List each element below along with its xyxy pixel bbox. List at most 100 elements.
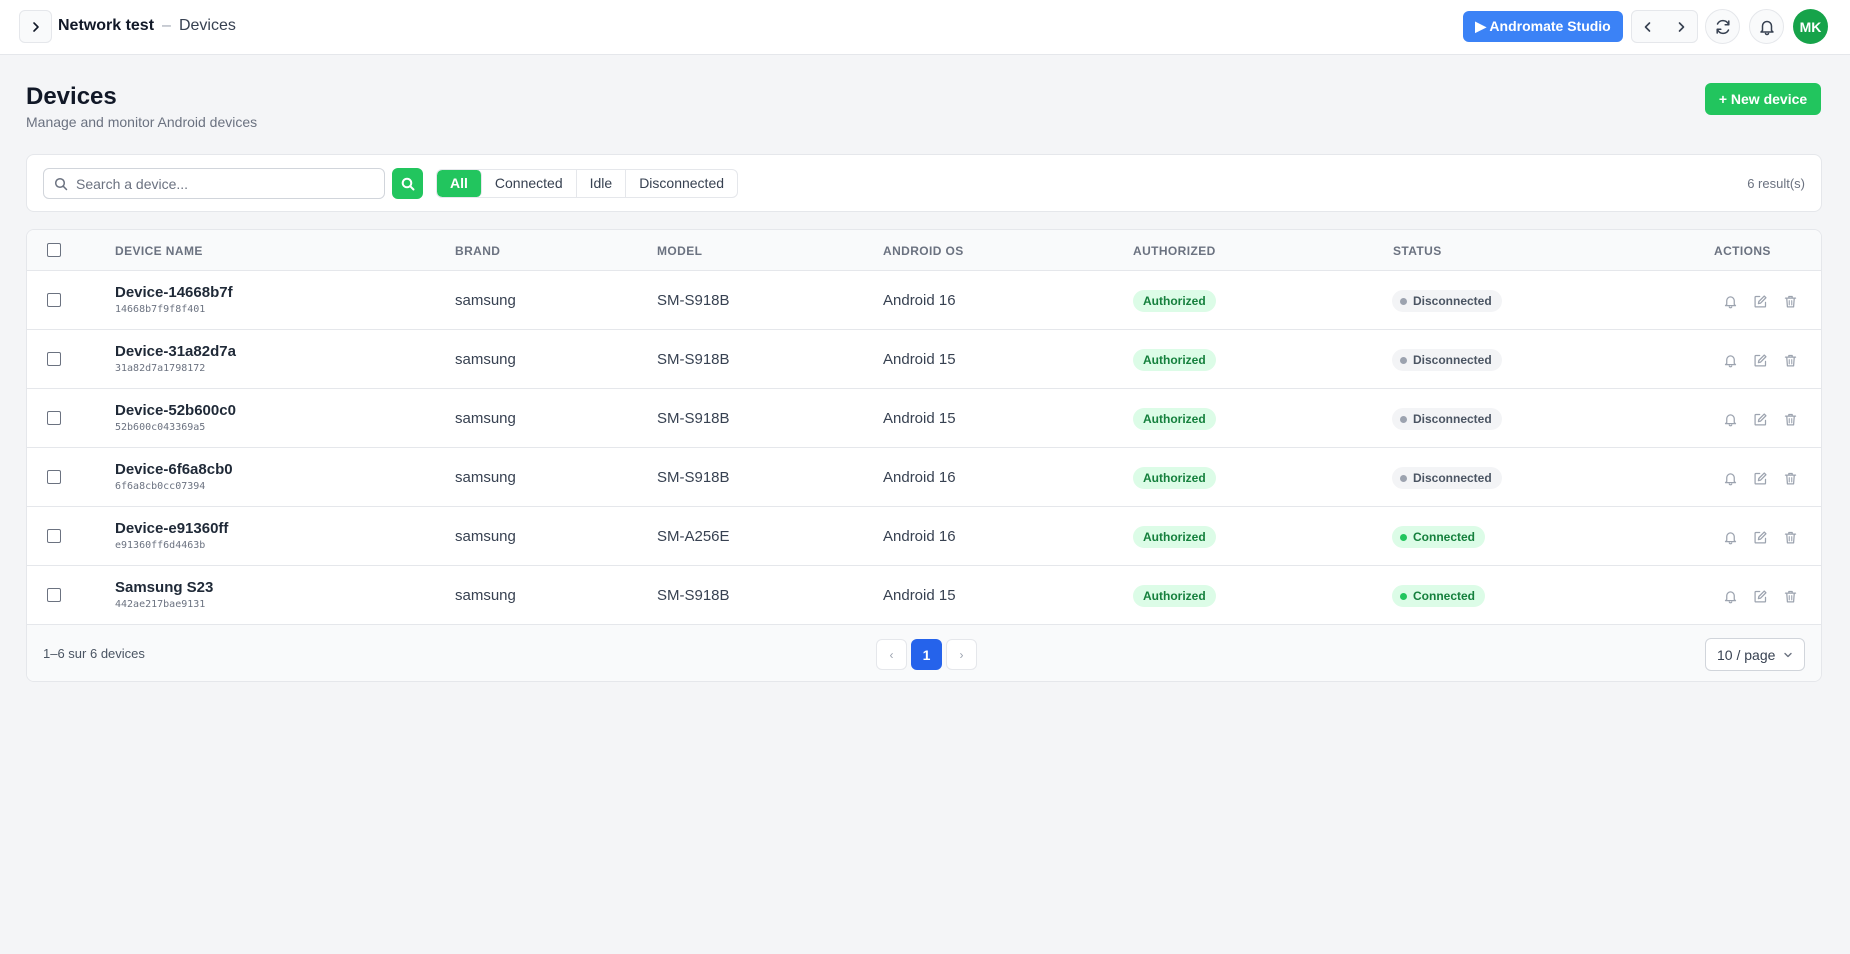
trash-icon <box>1783 530 1798 545</box>
search-button[interactable] <box>392 168 423 199</box>
status-badge: Connected <box>1392 526 1486 548</box>
authorized-badge: Authorized <box>1133 349 1216 371</box>
table-row[interactable]: Device-31a82d7a 31a82d7a1798172 samsung SM-… <box>27 330 1821 389</box>
edit-action-button[interactable] <box>1751 469 1769 487</box>
search-box <box>43 168 385 199</box>
notify-action-button[interactable] <box>1721 410 1739 428</box>
row-checkbox[interactable] <box>47 588 61 602</box>
status-dot-icon <box>1400 474 1407 482</box>
edit-icon <box>1753 412 1768 427</box>
bell-icon <box>1723 471 1738 486</box>
refresh-button[interactable] <box>1705 9 1740 44</box>
device-name[interactable]: Device-52b600c0 <box>115 402 236 419</box>
filter-all[interactable]: All <box>437 170 482 197</box>
page-title: Devices <box>26 83 117 110</box>
device-name[interactable]: Device-14668b7f <box>115 284 233 301</box>
pagination-range: 1–6 sur 6 devices <box>43 646 145 661</box>
row-checkbox[interactable] <box>47 411 61 425</box>
edit-icon <box>1753 471 1768 486</box>
table-row[interactable]: Device-e91360ff e91360ff6d4463b samsung SM-… <box>27 507 1821 566</box>
trash-icon <box>1783 353 1798 368</box>
device-model: SM-S918B <box>657 351 730 368</box>
select-all-checkbox[interactable] <box>47 243 61 257</box>
search-input[interactable] <box>76 169 376 198</box>
device-brand: samsung <box>455 587 516 604</box>
chevron-left-icon <box>1644 21 1651 32</box>
page-1-button[interactable]: 1 <box>911 639 942 670</box>
notify-action-button[interactable] <box>1721 469 1739 487</box>
bell-icon <box>1723 294 1738 309</box>
delete-action-button[interactable] <box>1781 528 1799 546</box>
row-checkbox[interactable] <box>47 352 61 366</box>
device-serial: 14668b7f9f8f401 <box>115 304 206 315</box>
edit-icon <box>1753 589 1768 604</box>
edit-action-button[interactable] <box>1751 292 1769 310</box>
breadcrumb: Network test – Devices <box>58 17 236 35</box>
column-authorized[interactable]: AUTHORIZED <box>1133 244 1216 258</box>
table-row[interactable]: Device-14668b7f 14668b7f9f8f401 samsung SM-… <box>27 271 1821 330</box>
notifications-button[interactable] <box>1749 9 1784 44</box>
filter-connected[interactable]: Connected <box>482 170 577 197</box>
notify-action-button[interactable] <box>1721 351 1739 369</box>
forward-button[interactable] <box>1665 11 1698 42</box>
device-name[interactable]: Device-6f6a8cb0 <box>115 461 233 478</box>
table-row[interactable]: Device-52b600c0 52b600c043369a5 samsung SM-… <box>27 389 1821 448</box>
breadcrumb-project[interactable]: Network test <box>58 17 154 35</box>
device-name[interactable]: Samsung S23 <box>115 579 213 596</box>
notify-action-button[interactable] <box>1721 587 1739 605</box>
notify-action-button[interactable] <box>1721 292 1739 310</box>
new-device-button[interactable]: + New device <box>1705 83 1821 115</box>
edit-icon <box>1753 530 1768 545</box>
history-nav <box>1631 10 1698 43</box>
bell-icon <box>1723 353 1738 368</box>
column-brand[interactable]: BRAND <box>455 244 500 258</box>
device-model: SM-A256E <box>657 528 730 545</box>
page-size-select[interactable]: 10 / page <box>1705 638 1805 671</box>
column-model[interactable]: MODEL <box>657 244 702 258</box>
table-row[interactable]: Device-6f6a8cb0 6f6a8cb0cc07394 samsung SM-… <box>27 448 1821 507</box>
edit-action-button[interactable] <box>1751 351 1769 369</box>
column-android-os[interactable]: ANDROID OS <box>883 244 964 258</box>
filter-disconnected[interactable]: Disconnected <box>626 170 737 197</box>
status-dot-icon <box>1400 297 1407 305</box>
table-row[interactable]: Samsung S23 442ae217bae9131 samsung SM-S918… <box>27 566 1821 625</box>
delete-action-button[interactable] <box>1781 292 1799 310</box>
device-android-os: Android 16 <box>883 528 956 545</box>
delete-action-button[interactable] <box>1781 410 1799 428</box>
device-android-os: Android 15 <box>883 351 956 368</box>
filter-bar: All Connected Idle Disconnected 6 result… <box>26 154 1822 212</box>
device-model: SM-S918B <box>657 469 730 486</box>
edit-icon <box>1753 353 1768 368</box>
device-serial: 6f6a8cb0cc07394 <box>115 481 206 492</box>
edit-action-button[interactable] <box>1751 528 1769 546</box>
sidebar-toggle-button[interactable] <box>19 10 52 43</box>
trash-icon <box>1783 589 1798 604</box>
device-name[interactable]: Device-e91360ff <box>115 520 228 537</box>
status-badge: Disconnected <box>1392 467 1502 489</box>
delete-action-button[interactable] <box>1781 587 1799 605</box>
row-checkbox[interactable] <box>47 470 61 484</box>
prev-page-button[interactable]: ‹ <box>876 639 907 670</box>
notify-action-button[interactable] <box>1721 528 1739 546</box>
edit-action-button[interactable] <box>1751 587 1769 605</box>
device-name[interactable]: Device-31a82d7a <box>115 343 236 360</box>
back-button[interactable] <box>1632 11 1665 42</box>
authorized-badge: Authorized <box>1133 408 1216 430</box>
status-label: Disconnected <box>1413 294 1492 308</box>
row-checkbox[interactable] <box>47 293 61 307</box>
delete-action-button[interactable] <box>1781 469 1799 487</box>
filter-idle[interactable]: Idle <box>577 170 627 197</box>
status-badge: Disconnected <box>1392 349 1502 371</box>
andromate-studio-button[interactable]: ▶ Andromate Studio <box>1463 11 1623 42</box>
delete-action-button[interactable] <box>1781 351 1799 369</box>
column-device-name[interactable]: DEVICE NAME <box>115 244 203 258</box>
row-checkbox[interactable] <box>47 529 61 543</box>
device-model: SM-S918B <box>657 292 730 309</box>
edit-action-button[interactable] <box>1751 410 1769 428</box>
user-avatar[interactable]: MK <box>1793 9 1828 44</box>
device-serial: 442ae217bae9131 <box>115 599 206 610</box>
devices-table: DEVICE NAME BRAND MODEL ANDROID OS AUTHO… <box>26 229 1822 682</box>
next-page-button[interactable]: › <box>946 639 977 670</box>
column-actions: ACTIONS <box>1714 244 1771 258</box>
column-status[interactable]: STATUS <box>1393 244 1442 258</box>
